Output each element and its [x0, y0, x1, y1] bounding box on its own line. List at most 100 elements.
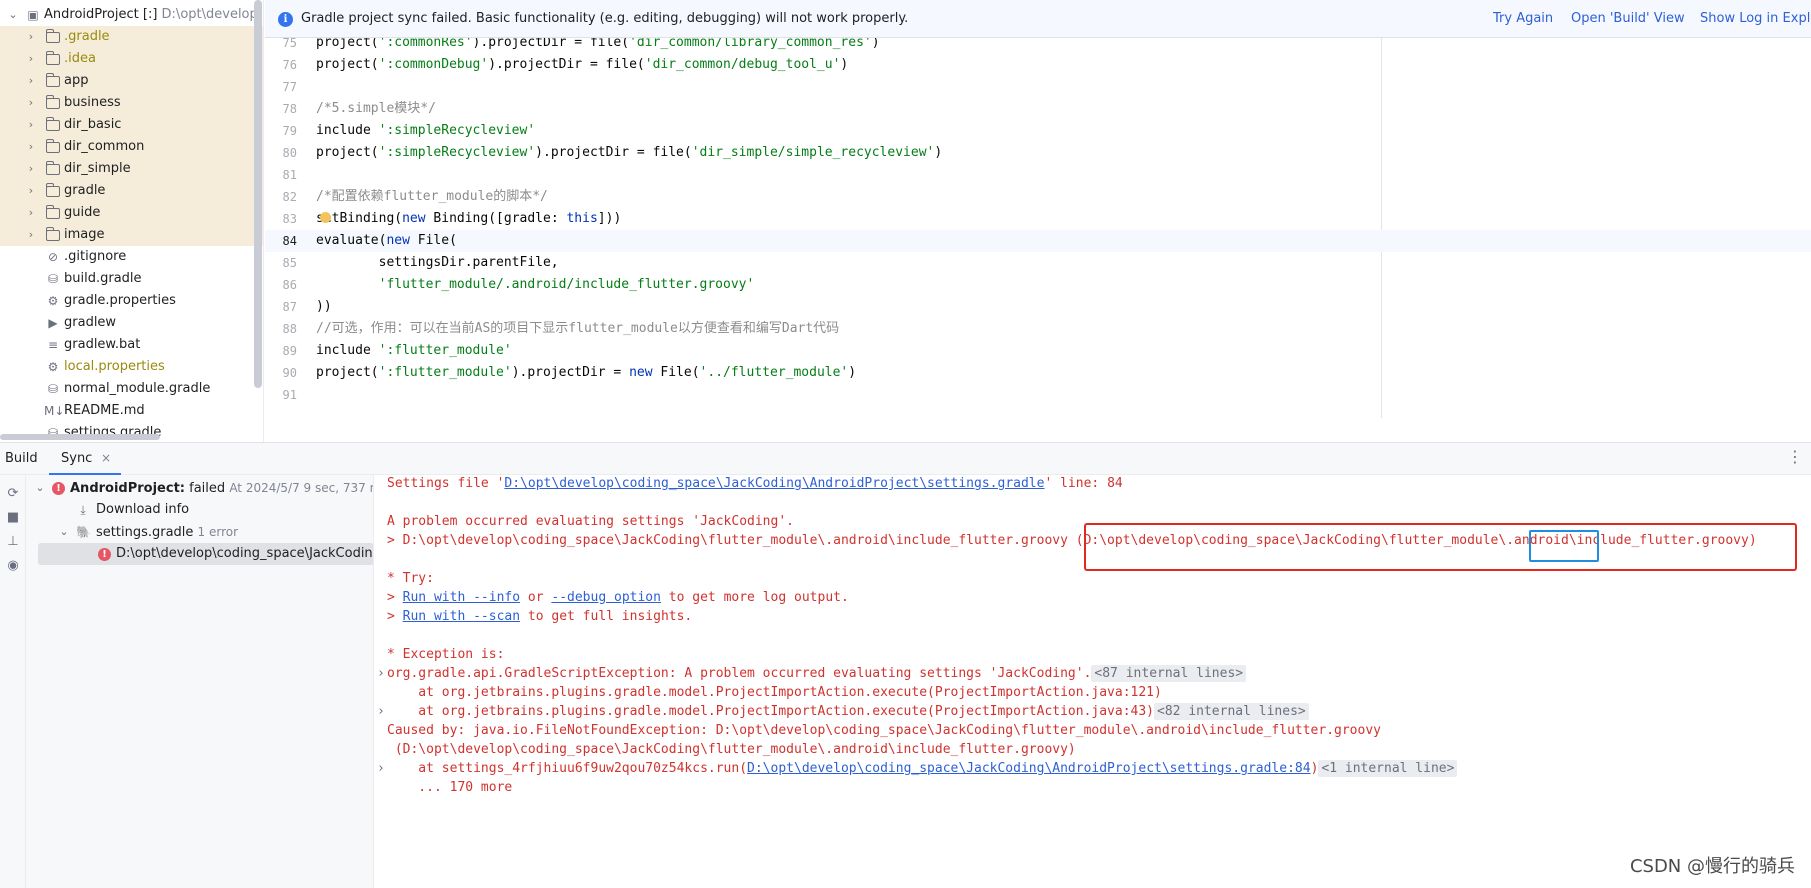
tree-item-gradle-properties[interactable]: ⚙ gradle.properties — [0, 290, 263, 312]
code-line[interactable]: 77 — [265, 76, 1811, 98]
code-line[interactable]: 87)) — [265, 296, 1811, 318]
chevron-right-icon[interactable]: › — [24, 180, 38, 202]
code-line[interactable]: 82 /*配置依赖flutter_module的脚本*/ — [265, 186, 1811, 208]
pin-icon[interactable]: ⊥ — [4, 533, 22, 551]
resync-icon[interactable]: ⟳ — [4, 485, 22, 503]
code-line[interactable]: 79 include ':simpleRecycleview' — [265, 120, 1811, 142]
gradle-file-icon: 🐘 — [76, 525, 91, 539]
tree-item-gradlew[interactable]: ▶ gradlew — [0, 312, 263, 334]
code-line[interactable]: 81 — [265, 164, 1811, 186]
code-line[interactable]: 84 evaluate(new File( — [265, 230, 1811, 252]
chevron-right-icon[interactable]: › — [24, 158, 38, 180]
stop-icon[interactable]: ■ — [4, 509, 22, 527]
error-count: 1 error — [197, 525, 239, 539]
folded-lines-badge[interactable]: <82 internal lines> — [1154, 703, 1309, 720]
horizontal-scrollbar[interactable] — [0, 434, 160, 440]
code-text: /*配置依赖flutter_module的脚本*/ — [316, 189, 548, 204]
tree-item-dir-basic[interactable]: › dir_basic — [0, 114, 263, 136]
tab-sync[interactable]: Sync × — [49, 443, 121, 475]
code-line[interactable]: 85 settingsDir.parentFile, — [265, 252, 1811, 274]
tree-item-image[interactable]: › image — [0, 224, 263, 246]
build-tree-root[interactable]: ⌄ ! AndroidProject: failed At 2024/5/7 9… — [26, 477, 373, 499]
more-options-icon[interactable]: ⋮ — [1787, 449, 1803, 465]
build-tool-title[interactable]: Build — [5, 451, 38, 466]
code-editor[interactable]: 75 project(':commonRes').projectDir = fil… — [265, 38, 1811, 442]
code-line[interactable]: 76 project(':commonDebug').projectDir = f… — [265, 54, 1811, 76]
console-link[interactable]: Run with --info — [403, 590, 520, 605]
build-console[interactable]: Settings file 'D:\opt\develop\coding_spa… — [375, 475, 1811, 888]
code-line[interactable]: 89 include ':flutter_module' — [265, 340, 1811, 362]
tree-item-normal-module-gradle[interactable]: ⛁ normal_module.gradle — [0, 378, 263, 400]
console-link[interactable]: Run with --scan — [403, 609, 520, 624]
code-line[interactable]: 80 project(':simpleRecycleview').projectD… — [265, 142, 1811, 164]
code-line[interactable]: 86 'flutter_module/.android/include_flut… — [265, 274, 1811, 296]
folder-icon — [45, 161, 60, 175]
chevron-right-icon[interactable]: › — [24, 202, 38, 224]
info-icon: i — [278, 12, 293, 27]
code-line[interactable]: 90 project(':flutter_module').projectDir … — [265, 362, 1811, 384]
module-icon: ▣ — [27, 8, 39, 22]
download-info-label: Download info — [96, 502, 190, 517]
chevron-right-icon[interactable]: › — [24, 70, 38, 92]
project-tool-window: ⌄ ▣ AndroidProject [:] D:\opt\develop\ ›… — [0, 0, 264, 442]
chevron-right-icon[interactable]: › — [24, 92, 38, 114]
code-text: )) — [316, 299, 332, 314]
tree-item-label: gradle — [64, 183, 106, 198]
tree-item-readme-md[interactable]: M↓ README.md — [0, 400, 263, 422]
tree-item-local-properties[interactable]: ⚙ local.properties — [0, 356, 263, 378]
error-entry-row[interactable]: ! D:\opt\develop\coding_space\JackCoding… — [38, 543, 373, 565]
chevron-down-icon[interactable]: ⌄ — [6, 4, 20, 26]
tree-item-label: dir_basic — [64, 117, 122, 132]
line-number: 76 — [282, 58, 297, 72]
build-root-label: AndroidProject: — [70, 481, 185, 496]
tree-item-gitignore[interactable]: ⊘ .gitignore — [0, 246, 263, 268]
tree-item-gradle[interactable]: › gradle — [0, 180, 263, 202]
console-link[interactable]: --debug option — [551, 590, 661, 605]
chevron-right-icon[interactable]: › — [24, 224, 38, 246]
tree-item-gradle[interactable]: › .gradle — [0, 26, 263, 48]
properties-file-icon: ⚙ — [47, 360, 59, 374]
code-line[interactable]: 75 project(':commonRes').projectDir = fil… — [265, 38, 1811, 54]
open-build-view-link[interactable]: Open 'Build' View — [1571, 11, 1685, 26]
project-root[interactable]: ⌄ ▣ AndroidProject [:] D:\opt\develop\ — [0, 4, 263, 26]
settings-gradle-row[interactable]: ⌄ 🐘 settings.gradle 1 error — [26, 521, 373, 543]
show-log-in-explorer-link[interactable]: Show Log in Explo — [1700, 11, 1811, 26]
chevron-down-icon[interactable]: ⌄ — [58, 521, 70, 543]
close-tab-icon[interactable]: × — [101, 451, 111, 465]
code-line[interactable]: 78 /*5.simple模块*/ — [265, 98, 1811, 120]
tree-item-guide[interactable]: › guide — [0, 202, 263, 224]
tree-item-gradlew-bat[interactable]: ≡ gradlew.bat — [0, 334, 263, 356]
folded-lines-badge[interactable]: <87 internal lines> — [1091, 665, 1247, 682]
chevron-right-icon[interactable]: › — [24, 136, 38, 158]
code-text: //可选，作用：可以在当前AS的项目下显示flutter_module以方便查看… — [316, 321, 840, 336]
chevron-right-icon[interactable]: › — [24, 48, 38, 70]
chevron-down-icon[interactable]: ⌄ — [34, 477, 46, 499]
console-link[interactable]: D:\opt\develop\coding_space\JackCoding\A… — [747, 761, 1311, 776]
chevron-right-icon[interactable]: › — [24, 114, 38, 136]
tree-item-label: local.properties — [64, 359, 165, 374]
tree-item-idea[interactable]: › .idea — [0, 48, 263, 70]
watermark: CSDN @慢行的骑兵 — [1629, 856, 1795, 877]
tree-item-dir-simple[interactable]: › dir_simple — [0, 158, 263, 180]
line-number: 81 — [282, 168, 297, 182]
code-line[interactable]: 91 — [265, 384, 1811, 406]
folder-icon — [45, 117, 60, 131]
chevron-right-icon[interactable]: › — [24, 26, 38, 48]
tree-item-label: dir_simple — [64, 161, 131, 176]
line-number: 89 — [282, 344, 297, 358]
download-info-row[interactable]: ⤓ Download info — [26, 499, 373, 521]
try-again-link[interactable]: Try Again — [1493, 11, 1553, 26]
tree-item-app[interactable]: › app — [0, 70, 263, 92]
code-line[interactable]: 83 setBinding(new Binding([gradle: this])… — [265, 208, 1811, 230]
tree-item-label: gradle.properties — [64, 293, 176, 308]
intention-bulb-icon[interactable] — [319, 212, 331, 223]
error-icon: ! — [52, 482, 65, 495]
eye-icon[interactable]: ◉ — [4, 557, 22, 575]
console-link[interactable]: D:\opt\develop\coding_space\JackCoding\A… — [504, 476, 1044, 491]
code-line[interactable]: 88 //可选，作用：可以在当前AS的项目下显示flutter_module以方便… — [265, 318, 1811, 340]
vertical-scrollbar[interactable] — [254, 0, 262, 388]
folded-lines-badge[interactable]: <1 internal line> — [1318, 760, 1458, 777]
tree-item-business[interactable]: › business — [0, 92, 263, 114]
tree-item-dir-common[interactable]: › dir_common — [0, 136, 263, 158]
tree-item-build-gradle[interactable]: ⛁ build.gradle — [0, 268, 263, 290]
